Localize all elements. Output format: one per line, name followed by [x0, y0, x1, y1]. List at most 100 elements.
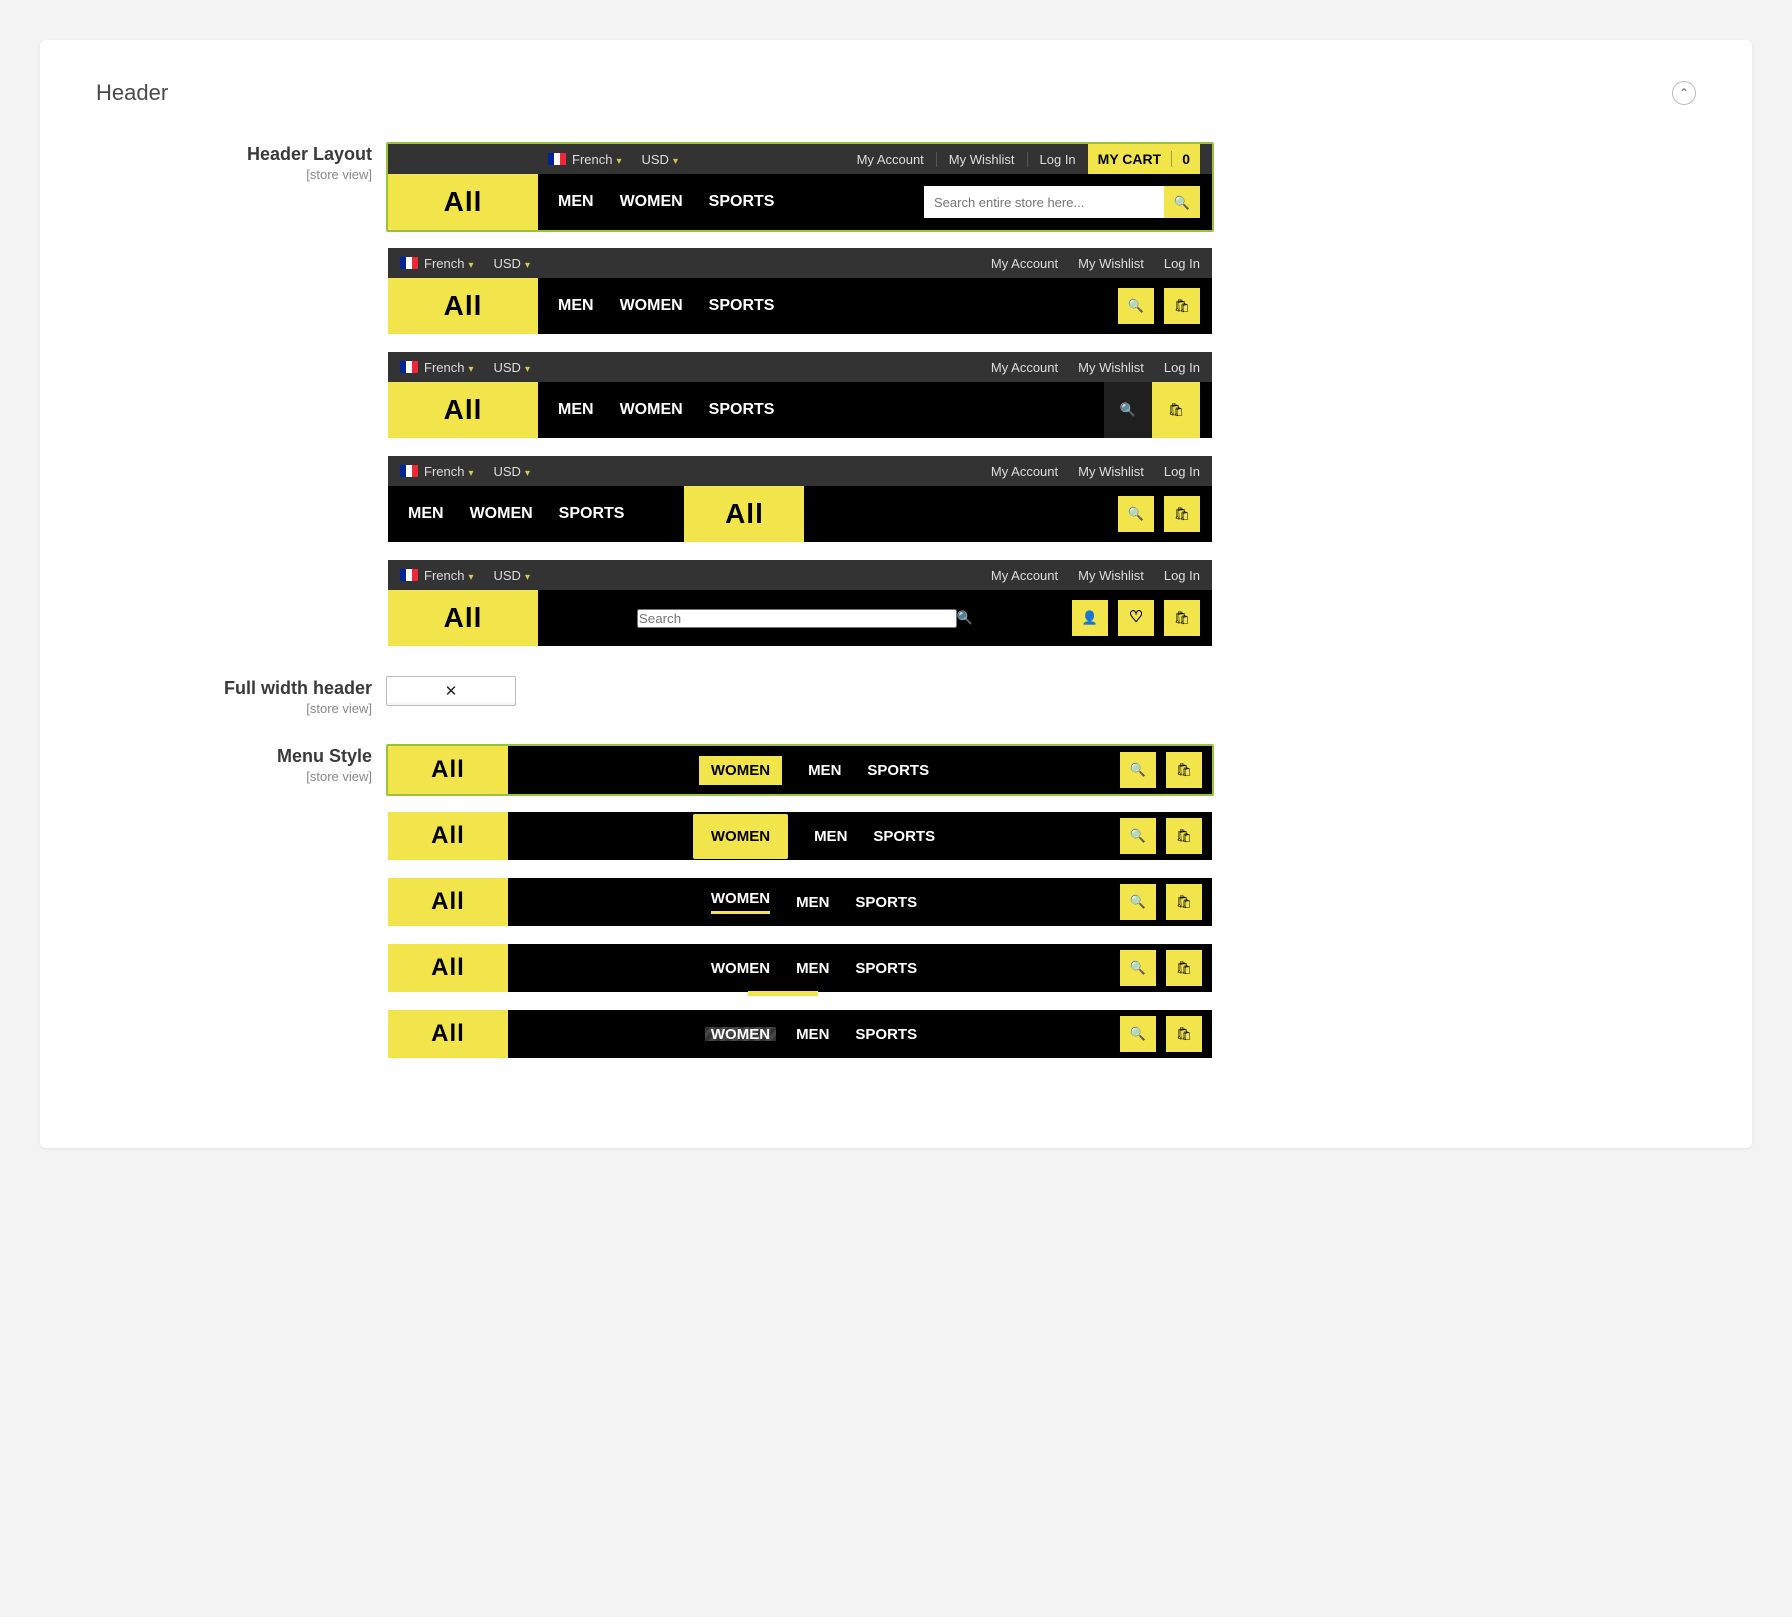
- nav-sports[interactable]: SPORTS: [855, 960, 917, 977]
- cart-button[interactable]: MY CART 0: [1088, 144, 1200, 174]
- nav-women[interactable]: WOMEN: [693, 814, 788, 859]
- my-wishlist-link[interactable]: My Wishlist: [936, 152, 1015, 167]
- currency-selector[interactable]: USD▾: [494, 360, 530, 375]
- cart-button[interactable]: [1166, 884, 1202, 920]
- search-button[interactable]: [1118, 496, 1154, 532]
- logo[interactable]: All: [388, 590, 538, 646]
- nav-women[interactable]: WOMEN: [620, 297, 683, 315]
- my-wishlist-link[interactable]: My Wishlist: [1078, 256, 1144, 271]
- header-layout-option-5[interactable]: French▾ USD▾ My Account My Wishlist Log …: [386, 558, 1214, 648]
- logo[interactable]: All: [388, 174, 538, 230]
- logo[interactable]: All: [388, 278, 538, 334]
- nav-men[interactable]: MEN: [796, 1026, 829, 1043]
- nav-women[interactable]: WOMEN: [470, 505, 533, 523]
- menu-style-option-5[interactable]: All WOMEN MEN SPORTS: [386, 1008, 1214, 1060]
- lang-selector[interactable]: French▾: [424, 568, 474, 583]
- search-button[interactable]: [1120, 950, 1156, 986]
- lang-selector[interactable]: French▾: [424, 464, 474, 479]
- search-button[interactable]: [957, 609, 973, 627]
- logo[interactable]: All: [388, 1010, 508, 1058]
- my-wishlist-link[interactable]: My Wishlist: [1078, 360, 1144, 375]
- my-wishlist-link[interactable]: My Wishlist: [1078, 568, 1144, 583]
- collapse-toggle[interactable]: ⌃: [1672, 81, 1696, 105]
- login-link[interactable]: Log In: [1027, 152, 1076, 167]
- lang-selector[interactable]: French▾: [424, 360, 474, 375]
- search-button[interactable]: [1164, 186, 1200, 218]
- search-button[interactable]: [1120, 1016, 1156, 1052]
- nav-sports[interactable]: SPORTS: [855, 894, 917, 911]
- menu-style-option-1[interactable]: All WOMEN MEN SPORTS: [386, 744, 1214, 796]
- nav-sports[interactable]: SPORTS: [873, 828, 935, 845]
- wishlist-button[interactable]: [1118, 600, 1154, 636]
- nav-sports[interactable]: SPORTS: [559, 505, 625, 523]
- my-account-link[interactable]: My Account: [991, 256, 1058, 271]
- logo[interactable]: All: [388, 746, 508, 794]
- header-layout-option-4[interactable]: French▾ USD▾ My Account My Wishlist Log …: [386, 454, 1214, 544]
- account-button[interactable]: [1072, 600, 1108, 636]
- header-layout-option-1[interactable]: French▾ USD▾ My Account My Wishlist Log …: [386, 142, 1214, 232]
- menu-style-option-2[interactable]: All WOMEN MEN SPORTS: [386, 810, 1214, 862]
- cart-button[interactable]: [1164, 288, 1200, 324]
- search-input[interactable]: [637, 609, 957, 628]
- currency-selector[interactable]: USD▾: [494, 568, 530, 583]
- lang-selector[interactable]: French▾: [424, 256, 474, 271]
- nav-men[interactable]: MEN: [796, 960, 829, 977]
- my-account-link[interactable]: My Account: [991, 464, 1058, 479]
- logo[interactable]: All: [388, 382, 538, 438]
- my-account-link[interactable]: My Account: [991, 568, 1058, 583]
- search-icon: [1130, 1026, 1146, 1042]
- currency-selector[interactable]: USD▾: [642, 152, 678, 167]
- cart-button[interactable]: [1166, 1016, 1202, 1052]
- nav-men[interactable]: MEN: [558, 297, 594, 315]
- cart-button[interactable]: [1164, 600, 1200, 636]
- search-input[interactable]: [924, 186, 1164, 218]
- nav-women[interactable]: WOMEN: [699, 756, 782, 785]
- login-link[interactable]: Log In: [1164, 568, 1200, 583]
- nav-men[interactable]: MEN: [558, 401, 594, 419]
- my-wishlist-link[interactable]: My Wishlist: [1078, 464, 1144, 479]
- currency-selector[interactable]: USD▾: [494, 464, 530, 479]
- menu-style-option-3[interactable]: All WOMEN MEN SPORTS: [386, 876, 1214, 928]
- my-account-link[interactable]: My Account: [991, 360, 1058, 375]
- nav-men[interactable]: MEN: [808, 762, 841, 779]
- nav-sports[interactable]: SPORTS: [709, 193, 775, 211]
- cart-button[interactable]: [1166, 818, 1202, 854]
- nav-women[interactable]: WOMEN: [711, 960, 770, 977]
- my-account-link[interactable]: My Account: [857, 152, 924, 167]
- currency-selector[interactable]: USD▾: [494, 256, 530, 271]
- lang-selector[interactable]: French▾: [572, 152, 622, 167]
- logo[interactable]: All: [684, 486, 804, 542]
- nav-sports[interactable]: SPORTS: [855, 1026, 917, 1043]
- search-button[interactable]: [1118, 288, 1154, 324]
- chevron-down-icon: ▾: [525, 260, 530, 271]
- search-button[interactable]: [1120, 884, 1156, 920]
- search-button[interactable]: [1120, 818, 1156, 854]
- nav-women[interactable]: WOMEN: [711, 890, 770, 914]
- nav-women[interactable]: WOMEN: [620, 401, 683, 419]
- cart-button[interactable]: [1164, 496, 1200, 532]
- nav-sports[interactable]: SPORTS: [867, 762, 929, 779]
- nav-sports[interactable]: SPORTS: [709, 297, 775, 315]
- login-link[interactable]: Log In: [1164, 464, 1200, 479]
- nav-men[interactable]: MEN: [796, 894, 829, 911]
- nav-men[interactable]: MEN: [558, 193, 594, 211]
- nav-men[interactable]: MEN: [814, 828, 847, 845]
- nav-women[interactable]: WOMEN: [711, 1026, 770, 1043]
- search-button[interactable]: [1120, 752, 1156, 788]
- full-width-toggle[interactable]: ✕: [386, 676, 516, 706]
- logo[interactable]: All: [388, 944, 508, 992]
- login-link[interactable]: Log In: [1164, 256, 1200, 271]
- cart-button[interactable]: [1152, 382, 1200, 438]
- nav-sports[interactable]: SPORTS: [709, 401, 775, 419]
- cart-button[interactable]: [1166, 950, 1202, 986]
- menu-style-option-4[interactable]: All WOMEN MEN SPORTS: [386, 942, 1214, 994]
- logo[interactable]: All: [388, 878, 508, 926]
- header-layout-option-2[interactable]: French▾ USD▾ My Account My Wishlist Log …: [386, 246, 1214, 336]
- header-layout-option-3[interactable]: French▾ USD▾ My Account My Wishlist Log …: [386, 350, 1214, 440]
- logo[interactable]: All: [388, 812, 508, 860]
- search-button[interactable]: [1104, 382, 1152, 438]
- cart-button[interactable]: [1166, 752, 1202, 788]
- nav-women[interactable]: WOMEN: [620, 193, 683, 211]
- nav-men[interactable]: MEN: [408, 505, 444, 523]
- login-link[interactable]: Log In: [1164, 360, 1200, 375]
